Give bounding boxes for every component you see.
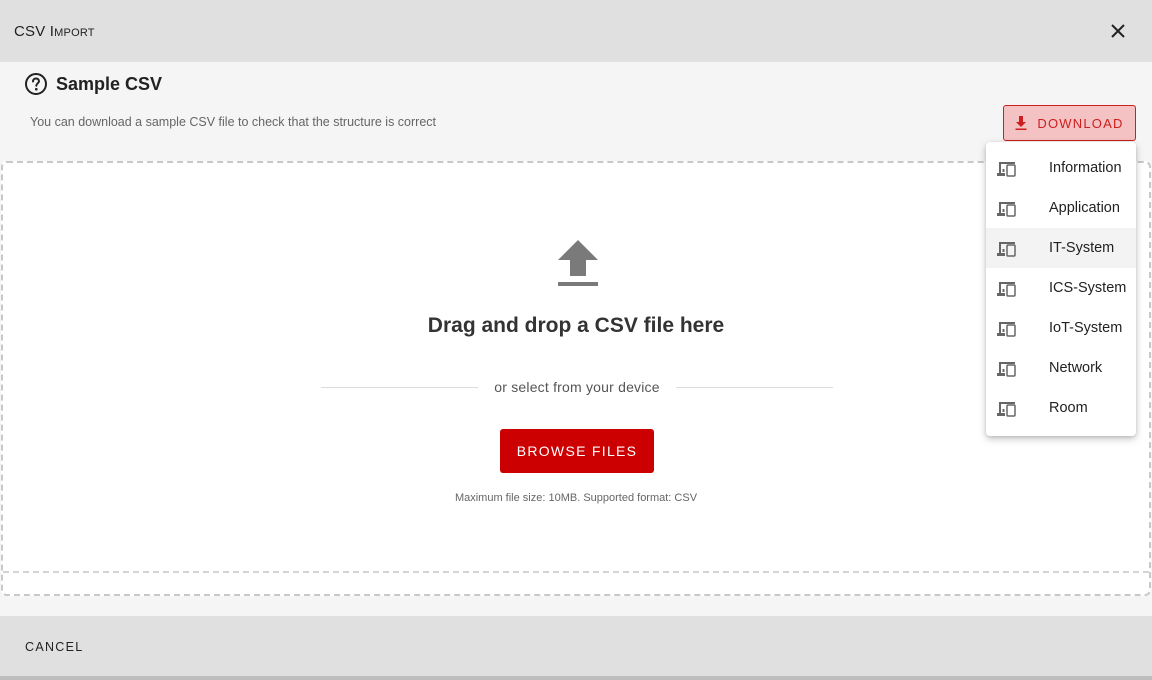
menu-item-ics-system[interactable]: ICS-System — [986, 268, 1136, 308]
sample-heading: Sample CSV — [24, 72, 1136, 96]
dialog-header: CSV Import — [0, 0, 1152, 62]
dialog-footer: Cancel — [0, 616, 1152, 680]
menu-item-information[interactable]: Information — [986, 148, 1136, 188]
dialog-title: CSV Import — [14, 22, 95, 40]
menu-item-label: ICS-System — [1049, 280, 1127, 296]
or-separator: or select from your device — [321, 377, 834, 397]
csv-dropzone[interactable]: Drag and drop a CSV file here or select … — [1, 161, 1151, 596]
devices-icon — [997, 202, 1016, 217]
menu-item-label: Network — [1049, 360, 1103, 376]
devices-icon — [997, 362, 1016, 377]
menu-item-application[interactable]: Application — [986, 188, 1136, 228]
close-icon — [1111, 24, 1125, 38]
cancel-button[interactable]: Cancel — [14, 634, 95, 660]
help-circle-icon — [25, 73, 47, 95]
menu-item-room[interactable]: Room — [986, 388, 1136, 428]
separator-line-right — [675, 386, 834, 388]
download-menu: Information Application IT-System ICS-Sy… — [986, 142, 1136, 436]
devices-icon — [997, 322, 1016, 337]
menu-item-it-system[interactable]: IT-System — [986, 228, 1136, 268]
devices-icon — [997, 282, 1016, 297]
dropzone-headline: Drag and drop a CSV file here — [427, 314, 725, 337]
menu-item-label: IoT-System — [1049, 320, 1123, 336]
browse-files-button[interactable]: Browse Files — [500, 429, 654, 473]
sample-csv-section: Sample CSV You can download a sample CSV… — [24, 72, 1136, 129]
devices-icon — [997, 402, 1016, 417]
file-limits-text: Maximum file size: 10MB. Supported forma… — [454, 492, 698, 504]
menu-item-label: IT-System — [1049, 240, 1115, 256]
separator-line-left — [321, 386, 479, 388]
download-icon — [1015, 116, 1027, 130]
upload-icon — [558, 240, 598, 286]
sample-description: You can download a sample CSV file to ch… — [30, 115, 436, 129]
close-button[interactable] — [1106, 19, 1130, 43]
menu-item-network[interactable]: Network — [986, 348, 1136, 388]
download-label: Download — [1037, 115, 1124, 131]
devices-icon — [997, 162, 1016, 177]
sample-title: Sample CSV — [56, 73, 163, 94]
download-button[interactable]: Download — [1003, 105, 1136, 141]
dropzone-divider — [3, 571, 1149, 573]
devices-icon — [997, 242, 1016, 257]
menu-item-label: Room — [1049, 400, 1088, 416]
menu-item-iot-system[interactable]: IoT-System — [986, 308, 1136, 348]
menu-item-label: Information — [1049, 160, 1122, 176]
menu-item-label: Application — [1049, 200, 1120, 216]
or-text: or select from your device — [494, 379, 660, 395]
